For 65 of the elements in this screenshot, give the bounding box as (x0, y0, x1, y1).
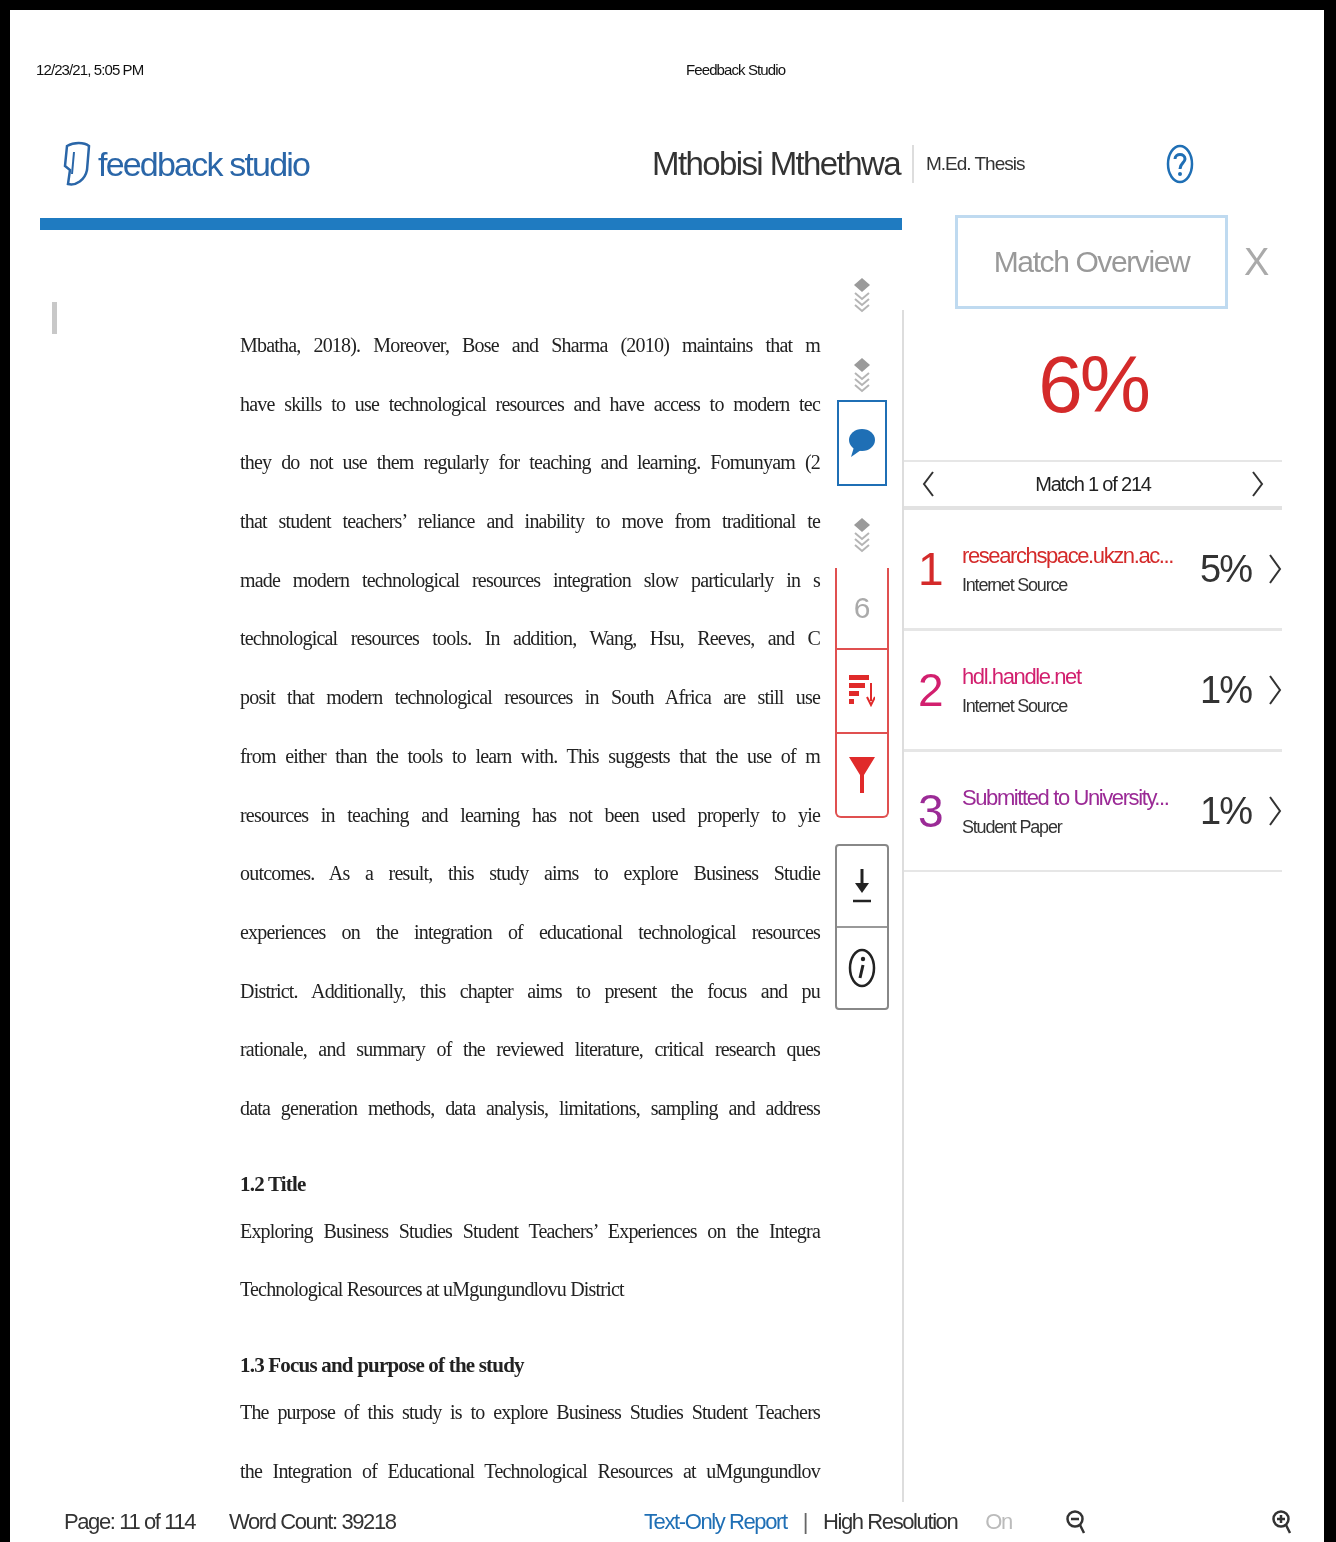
match-source[interactable]: Submitted to University... (962, 784, 1200, 811)
document-text-line: that student teachers’ reliance and inability to move from traditional te (240, 509, 820, 535)
match-source[interactable]: researchspace.ukzn.ac... (962, 542, 1200, 569)
student-name: Mthobisi Mthethwa (652, 145, 914, 183)
document-text-line: they do not use them regularly for teaching and learning. Fomunyam (2 (240, 450, 820, 476)
chevron-icon[interactable] (1268, 553, 1282, 585)
document-text-line: experiences on the integration of educational technological resources (240, 919, 820, 946)
next-icon[interactable] (1252, 471, 1264, 497)
match-list-icon[interactable] (849, 675, 875, 707)
chevron-icon[interactable] (1268, 674, 1282, 706)
chevron-icon[interactable] (1268, 795, 1282, 827)
document-text-line: posit that modern technological resources in South Africa are still use (240, 685, 820, 711)
section-heading: 1.2 Title (240, 1170, 307, 1198)
high-resolution-label: High Resolution (823, 1509, 958, 1535)
logo-icon (62, 140, 92, 188)
document-text-line: have skills to use technological resources and have access to modern tec (240, 391, 820, 418)
separator: | (802, 1509, 807, 1535)
margin-marker (52, 302, 57, 334)
filter-icon[interactable] (849, 757, 875, 793)
document-text-line: data generation methods, data analysis, limitations, sampling and address (240, 1095, 820, 1122)
source-type: Student Paper (962, 816, 1063, 838)
match-count: 6 (837, 568, 887, 650)
document-text-line: the Integration of Educational Technological Resources at uMgungundlov (240, 1458, 820, 1485)
word-count: Word Count: 39218 (229, 1509, 397, 1535)
info-icon[interactable] (848, 948, 876, 988)
app-logo-text: feedback studio (98, 144, 310, 184)
source-type: Internet Source (962, 574, 1069, 596)
match-percent: 1% (1200, 789, 1252, 833)
document-text-line: from either than the tools to learn with. This suggests that the use of m (240, 743, 820, 770)
document-text-line: resources in teaching and learning has not been used properly to yie (240, 802, 820, 829)
document-text-line: Exploring Business Studies Student Teachers’ Experiences on the Integra (240, 1218, 820, 1245)
match-source[interactable]: hdl.handle.net (962, 663, 1200, 690)
print-date: 12/23/21, 5:05 PM (36, 60, 145, 78)
match-percent: 5% (1200, 547, 1252, 591)
match-overview-button[interactable]: Match Overview (955, 215, 1228, 309)
comments-button[interactable] (837, 400, 887, 486)
document-text-line: Technological Resources at uMgungundlovu District (240, 1277, 626, 1303)
previous-icon[interactable] (922, 471, 934, 497)
source-type: Internet Source (962, 695, 1069, 717)
document-text-line: Mbatha, 2018). Moreover, Bose and Sharma (2010) maintains that m (240, 333, 820, 359)
match-number: 3 (918, 784, 945, 838)
match-number: 1 (918, 542, 945, 596)
match-navigation-label: Match 1 of 214 (1035, 472, 1151, 496)
zoom-out-icon[interactable] (1065, 1509, 1086, 1535)
match-percent: 1% (1200, 668, 1252, 712)
section-heading: 1.3 Focus and purpose of the study (240, 1352, 526, 1379)
document-text-line: outcomes. As a result, this study aims to explore Business Studie (240, 861, 820, 887)
download-icon[interactable] (852, 869, 872, 903)
layers-icon[interactable] (852, 276, 872, 314)
page-indicator: Page: 11 of 114 (64, 1509, 197, 1535)
assignment-title: M.Ed. Thesis (924, 153, 1026, 175)
document-text-line: The purpose of this study is to explore Business Studies Student Teachers (240, 1400, 820, 1426)
layers-icon[interactable] (852, 516, 872, 554)
layers-icon[interactable] (852, 356, 872, 394)
match-number: 2 (918, 663, 945, 717)
document-text-line: District. Additionally, this chapter aims to present the focus and pu (240, 978, 820, 1005)
help-icon[interactable] (1165, 144, 1194, 184)
zoom-in-icon[interactable] (1271, 1509, 1292, 1535)
document-text-line: technological resources tools. In addition, Wang, Hsu, Reeves, and C (240, 626, 820, 652)
similarity-score: 6% (1037, 339, 1149, 431)
text-only-report-link[interactable]: Text-Only Report (644, 1509, 787, 1535)
document-text-line: rationale, and summary of the reviewed literature, critical research ques (240, 1037, 820, 1063)
document-text-line: made modern technological resources integration slow particularly in s (240, 567, 820, 594)
speech-bubble-icon (848, 428, 876, 458)
print-title: Feedback Studio (686, 60, 786, 78)
